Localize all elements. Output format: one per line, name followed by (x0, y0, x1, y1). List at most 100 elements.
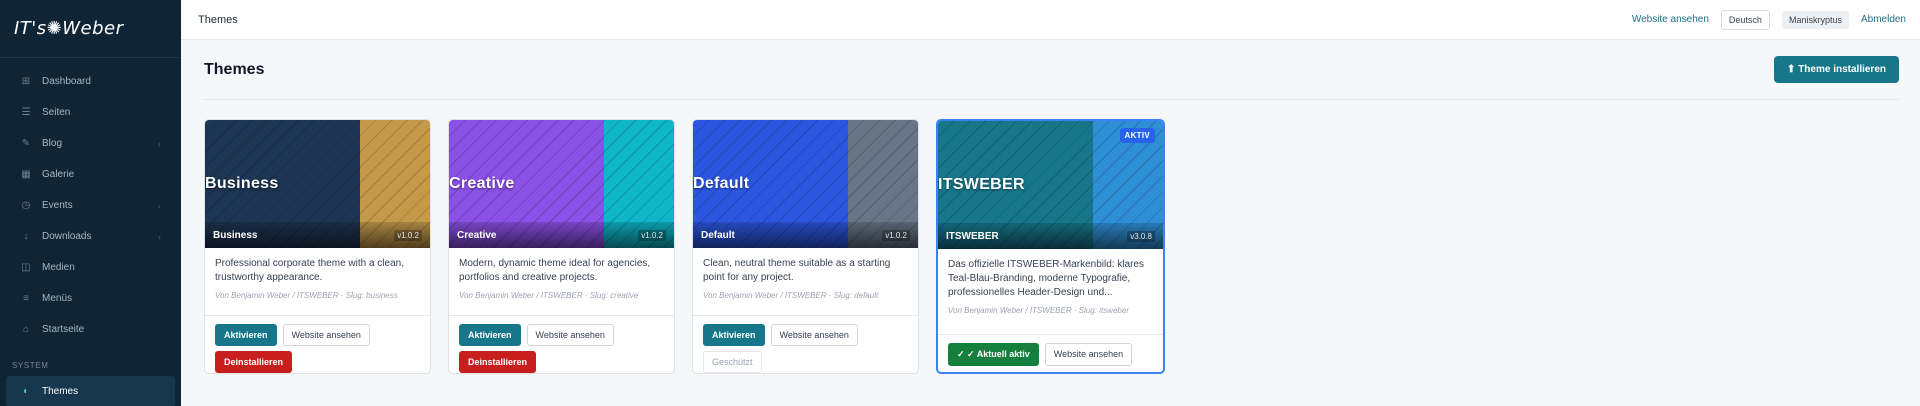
theme-name: Business (213, 229, 258, 241)
theme-thumbnail: Creative Creative v1.0.2 (449, 120, 674, 248)
logo[interactable]: IT's✺Weber (0, 0, 181, 58)
sidebar: IT's✺Weber ⊞ Dashboard ☰ Seiten ✎ Blog ‹… (0, 0, 181, 406)
view-website-link[interactable]: Website ansehen (1632, 14, 1709, 25)
language-button[interactable]: Deutsch (1720, 9, 1770, 30)
sidebar-item-label: Menüs (42, 293, 73, 304)
thumbnail-title: Default (693, 175, 750, 192)
view-website-button[interactable]: Website ansehen (770, 324, 858, 346)
theme-card-itsweber: ITSWEBER AKTIV ITSWEBER v3.0.8 Das offiz… (936, 119, 1165, 374)
sidebar-item-blog[interactable]: ✎ Blog ‹ (0, 128, 181, 159)
theme-meta: Von Benjamin Weber / ITSWEBER · Slug: cr… (459, 291, 639, 300)
clock-icon: ◷ (21, 200, 31, 211)
thumbnail-caption: Creative v1.0.2 (449, 222, 674, 248)
theme-card-default: Default Default v1.0.2 Clean, neutral th… (692, 119, 919, 374)
theme-actions: Aktivieren Website ansehen Deinstalliere… (449, 316, 674, 373)
pen-icon: ✎ (21, 138, 31, 149)
chevron-icon: ‹ (158, 231, 161, 242)
pages-icon: ☰ (21, 107, 31, 118)
chevron-icon: ‹ (158, 200, 161, 211)
sidebar-section-heading: SYSTEM (12, 361, 49, 370)
uninstall-button[interactable]: Deinstallieren (215, 351, 293, 373)
theme-name: Default (701, 229, 735, 241)
menu-icon: ≡ (23, 293, 29, 304)
uninstall-button[interactable]: Deinstallieren (459, 351, 537, 373)
home-icon: ⌂ (22, 324, 30, 335)
theme-version: v1.0.2 (638, 229, 666, 241)
currently-active-button: ✓ ✓ Aktuell aktiv (948, 343, 1039, 366)
theme-description: Professional corporate theme with a clea… (215, 258, 404, 283)
sidebar-item-label: Themes (42, 386, 79, 397)
sidebar-item-label: Dashboard (42, 76, 91, 87)
sidebar-item-themes[interactable]: ◐ Themes (6, 376, 175, 406)
sidebar-item-label: Galerie (42, 169, 75, 180)
sidebar-item-seiten[interactable]: ☰ Seiten (0, 97, 181, 128)
topbar-title: Themes (198, 13, 238, 26)
media-icon: ◫ (21, 262, 31, 273)
theme-actions: ✓ ✓ Aktuell aktiv Website ansehen (938, 335, 1163, 372)
topbar-actions: Website ansehen Deutsch Maniskryptus Abm… (1632, 9, 1920, 30)
theme-card-creative: Creative Creative v1.0.2 Modern, dynamic… (448, 119, 675, 374)
theme-version: v1.0.2 (394, 229, 422, 241)
install-theme-button[interactable]: ⬆ Theme installieren (1774, 56, 1899, 83)
theme-body: Modern, dynamic theme ideal for agencies… (449, 248, 674, 316)
theme-thumbnail: Business Business v1.0.2 (205, 120, 430, 248)
sidebar-item-label: Blog (42, 138, 63, 149)
main-content: Themes ⬆ Theme installieren Business Bus… (181, 40, 1920, 406)
theme-card-business: Business Business v1.0.2 Professional co… (204, 119, 431, 374)
sidebar-item-menues[interactable]: ≡ Menüs (0, 283, 181, 314)
sidebar-item-label: Seiten (42, 107, 71, 118)
theme-body: Professional corporate theme with a clea… (205, 248, 430, 316)
theme-version: v1.0.2 (882, 229, 910, 241)
theme-actions: Aktivieren Website ansehen Deinstalliere… (205, 316, 430, 373)
chevron-icon: ‹ (158, 138, 161, 149)
sidebar-item-downloads[interactable]: ↓ Downloads ‹ (0, 221, 181, 252)
dashboard-icon: ⊞ (21, 76, 31, 87)
protected-button: Geschützt (703, 351, 762, 373)
sidebar-item-label: Downloads (42, 231, 92, 242)
thumbnail-title: Business (205, 175, 279, 192)
theme-description: Modern, dynamic theme ideal for agencies… (459, 258, 651, 283)
sidebar-item-startseite[interactable]: ⌂ Startseite (0, 314, 181, 345)
theme-thumbnail: ITSWEBER AKTIV ITSWEBER v3.0.8 (938, 121, 1163, 249)
sidebar-item-medien[interactable]: ◫ Medien (0, 252, 181, 283)
theme-grid: Business Business v1.0.2 Professional co… (204, 100, 1899, 374)
activate-button[interactable]: Aktivieren (703, 324, 765, 346)
topbar: Themes Website ansehen Deutsch Maniskryp… (181, 0, 1920, 40)
theme-body: Das offizielle ITSWEBER-Markenbild: klar… (938, 249, 1163, 335)
view-website-button[interactable]: Website ansehen (282, 324, 370, 346)
logo-text: IT's✺Weber (14, 18, 124, 39)
thumbnail-caption: Default v1.0.2 (693, 222, 918, 248)
page-title: Themes (204, 60, 265, 78)
activate-button[interactable]: Aktivieren (215, 324, 277, 346)
sidebar-item-label: Events (42, 200, 73, 211)
view-website-button[interactable]: Website ansehen (1044, 343, 1133, 366)
thumbnail-title: Creative (449, 175, 515, 192)
sidebar-item-dashboard[interactable]: ⊞ Dashboard (0, 66, 181, 97)
gallery-icon: ▦ (21, 169, 31, 180)
theme-description: Das offizielle ITSWEBER-Markenbild: klar… (948, 259, 1144, 298)
sidebar-nav: ⊞ Dashboard ☰ Seiten ✎ Blog ‹ ▦ Galerie … (0, 58, 181, 345)
theme-meta: Von Benjamin Weber / ITSWEBER · Slug: de… (703, 291, 879, 300)
sidebar-item-galerie[interactable]: ▦ Galerie (0, 159, 181, 190)
logout-link[interactable]: Abmelden (1861, 14, 1906, 25)
theme-meta: Von Benjamin Weber / ITSWEBER · Slug: bu… (215, 291, 398, 300)
theme-version: v3.0.8 (1127, 230, 1155, 242)
theme-icon: ◐ (22, 386, 30, 397)
user-button[interactable]: Maniskryptus (1781, 10, 1849, 29)
theme-body: Clean, neutral theme suitable as a start… (693, 248, 918, 316)
sidebar-item-events[interactable]: ◷ Events ‹ (0, 190, 181, 221)
theme-meta: Von Benjamin Weber / ITSWEBER · Slug: it… (948, 306, 1129, 315)
sidebar-item-label: Startseite (42, 324, 85, 335)
download-icon: ↓ (23, 231, 29, 242)
activate-button[interactable]: Aktivieren (459, 324, 521, 346)
thumbnail-caption: Business v1.0.2 (205, 222, 430, 248)
theme-thumbnail: Default Default v1.0.2 (693, 120, 918, 248)
page-header: Themes ⬆ Theme installieren (204, 40, 1899, 100)
thumbnail-title: ITSWEBER (938, 176, 1025, 193)
theme-name: Creative (457, 229, 497, 241)
thumbnail-caption: ITSWEBER v3.0.8 (938, 223, 1163, 249)
theme-actions: Aktivieren Website ansehen Geschützt (693, 316, 918, 373)
view-website-button[interactable]: Website ansehen (526, 324, 614, 346)
sidebar-item-label: Medien (42, 262, 75, 273)
active-badge: AKTIV (1119, 128, 1155, 143)
